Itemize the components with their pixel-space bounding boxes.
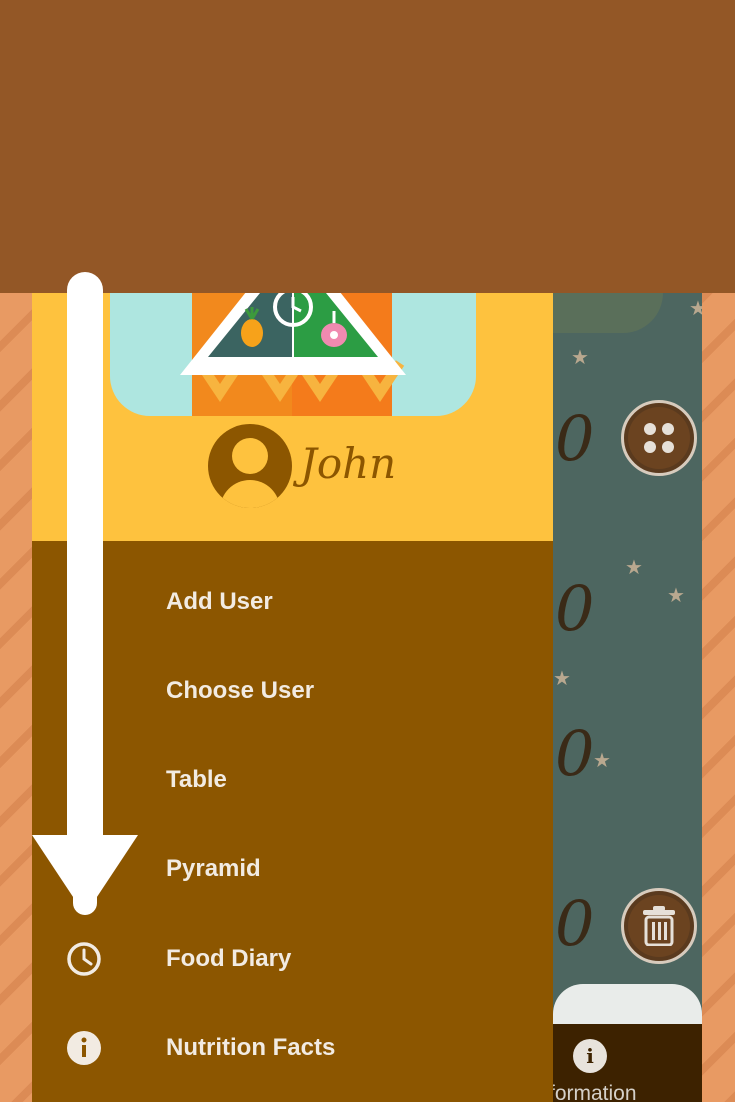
avatar[interactable] bbox=[208, 424, 292, 508]
background-app-screen: ★ ★ ★ ★ ★ ★ 0 0 0 0 i formation bbox=[553, 293, 702, 1102]
menu-item-label: Choose User bbox=[166, 676, 315, 704]
menu-item-choose-user[interactable]: Choose User bbox=[32, 646, 553, 735]
trash-icon bbox=[643, 906, 675, 946]
clock-icon bbox=[67, 941, 101, 976]
info-icon: i bbox=[573, 1039, 607, 1073]
star-decoration: ★ bbox=[689, 298, 702, 320]
menu-item-label: Nutrition Facts bbox=[166, 1033, 336, 1061]
menu-item-label: Food Diary bbox=[166, 944, 292, 972]
menu-item-table[interactable]: Table bbox=[32, 735, 553, 824]
menu-item-nutrition-facts[interactable]: Nutrition Facts bbox=[32, 1003, 553, 1092]
user-name: John bbox=[300, 439, 397, 488]
bottom-nav-label: formation bbox=[553, 1082, 637, 1102]
value-display: 0 bbox=[555, 717, 595, 790]
menu-item-label: Table bbox=[166, 765, 227, 793]
star-decoration: ★ bbox=[667, 585, 685, 607]
value-display: 0 bbox=[555, 572, 595, 645]
logo-graphic bbox=[180, 293, 406, 416]
grid-button[interactable] bbox=[621, 400, 697, 476]
star-decoration: ★ bbox=[593, 750, 611, 772]
value-display: 0 bbox=[555, 402, 595, 475]
menu-item-label: Pyramid bbox=[166, 854, 261, 882]
star-decoration: ★ bbox=[571, 347, 589, 369]
star-decoration: ★ bbox=[553, 668, 571, 690]
delete-button[interactable] bbox=[621, 888, 697, 964]
bottom-navigation[interactable]: i formation bbox=[553, 1024, 702, 1102]
menu-item-label: Add User bbox=[166, 587, 273, 615]
grid-icon bbox=[644, 423, 674, 453]
value-display: 0 bbox=[555, 887, 595, 960]
menu-item-add-user[interactable]: Add User bbox=[32, 557, 553, 646]
menu-item-food-diary[interactable]: Food Diary bbox=[32, 914, 553, 1003]
top-status-band bbox=[0, 0, 735, 293]
drawer-header: John bbox=[32, 293, 553, 541]
app-logo bbox=[110, 293, 476, 416]
star-decoration: ★ bbox=[625, 557, 643, 579]
info-icon bbox=[67, 1030, 101, 1065]
cloud-decoration bbox=[553, 984, 702, 1024]
navigation-drawer: John Add User Choose User Table Pyramid … bbox=[32, 293, 553, 1102]
header-decoration bbox=[553, 293, 663, 333]
